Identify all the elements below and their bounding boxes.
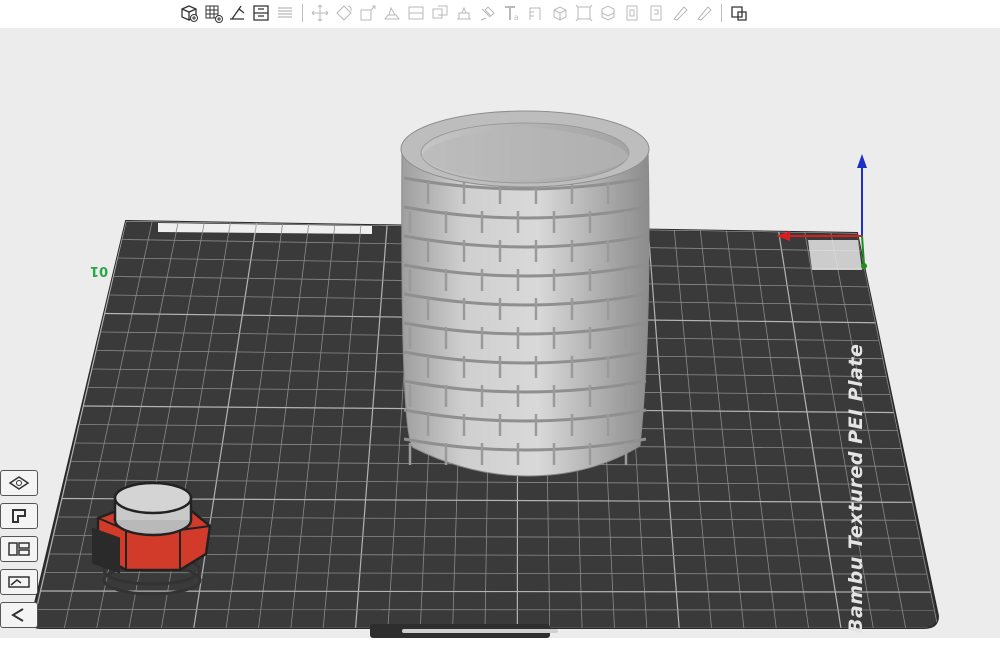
assembly-icon — [553, 6, 567, 21]
measure-button[interactable] — [525, 2, 547, 24]
add-plate-button[interactable] — [202, 2, 224, 24]
scale-icon — [360, 5, 376, 21]
add-object-icon — [181, 5, 198, 22]
3d-viewport[interactable]: Bambu Textured PEI Plate 01 — [0, 28, 1000, 638]
seam-paint-icon — [480, 6, 495, 21]
left-tool-column — [0, 470, 46, 635]
layout-button[interactable] — [0, 536, 38, 562]
fuzzy-skin-button[interactable] — [645, 2, 667, 24]
fuzzy-skin-icon — [650, 5, 662, 21]
collapse-button[interactable] — [0, 602, 38, 628]
brim-ears-button[interactable] — [669, 2, 691, 24]
split-plates-icon — [278, 7, 292, 18]
lay-on-face-icon — [384, 6, 400, 20]
split-parts-button[interactable] — [597, 2, 619, 24]
top-toolbar: a — [0, 0, 1000, 28]
support-paint-icon — [457, 6, 471, 20]
origin-area — [808, 240, 862, 270]
variable-layer-height-button[interactable] — [621, 2, 643, 24]
collapse-icon — [11, 608, 24, 622]
plate-settings-icon — [8, 576, 30, 588]
view-settings-icon — [731, 6, 747, 21]
plate-type-label: Bambu Textured PEI Plate — [845, 343, 867, 633]
lay-on-face-button[interactable] — [381, 2, 403, 24]
view-settings-button[interactable] — [728, 2, 750, 24]
arrange-button[interactable] — [250, 2, 272, 24]
cut-button[interactable] — [405, 2, 427, 24]
add-plate-icon — [205, 5, 223, 23]
arrange-icon — [253, 5, 269, 21]
svg-text:a: a — [514, 13, 519, 22]
text-emboss-icon: a — [505, 6, 519, 22]
plate-number: 01 — [90, 263, 109, 278]
add-object-button[interactable] — [178, 2, 200, 24]
toolbar-strip: a — [176, 0, 836, 26]
plate-settings-button[interactable] — [0, 569, 38, 595]
object-list-button[interactable] — [0, 503, 38, 529]
support-paint-button[interactable] — [453, 2, 475, 24]
view-orientation-button[interactable] — [0, 470, 38, 496]
color-paint-button[interactable] — [693, 2, 715, 24]
brick-cylinder-model — [400, 110, 650, 477]
brim-ears-icon — [673, 6, 688, 21]
mesh-boolean-button[interactable] — [429, 2, 451, 24]
grid-line — [36, 609, 935, 611]
cut-icon — [408, 6, 424, 20]
move-button[interactable] — [309, 2, 331, 24]
auto-orient-button[interactable] — [226, 2, 248, 24]
text-emboss-button[interactable]: a — [501, 2, 523, 24]
assembly-button[interactable] — [549, 2, 571, 24]
auto-orient-icon — [230, 5, 245, 20]
rotate-button[interactable] — [333, 2, 355, 24]
move-icon — [311, 4, 329, 22]
split-parts-icon — [601, 5, 615, 21]
toolbar-separator — [302, 4, 303, 22]
bottom-bar — [0, 638, 1000, 666]
measure-icon — [529, 7, 541, 20]
view-orientation-icon — [8, 476, 30, 490]
split-plates-button[interactable] — [274, 2, 296, 24]
rotate-icon — [336, 5, 352, 21]
seam-paint-button[interactable] — [477, 2, 499, 24]
layout-icon — [8, 542, 30, 556]
variable-layer-height-icon — [626, 5, 638, 21]
color-paint-icon — [697, 6, 712, 21]
toolbar-separator — [721, 4, 722, 22]
mesh-boolean-icon — [432, 5, 448, 19]
split-objects-button[interactable] — [573, 2, 595, 24]
object-list-icon — [12, 509, 26, 523]
split-objects-icon — [575, 4, 593, 22]
scale-button[interactable] — [357, 2, 379, 24]
